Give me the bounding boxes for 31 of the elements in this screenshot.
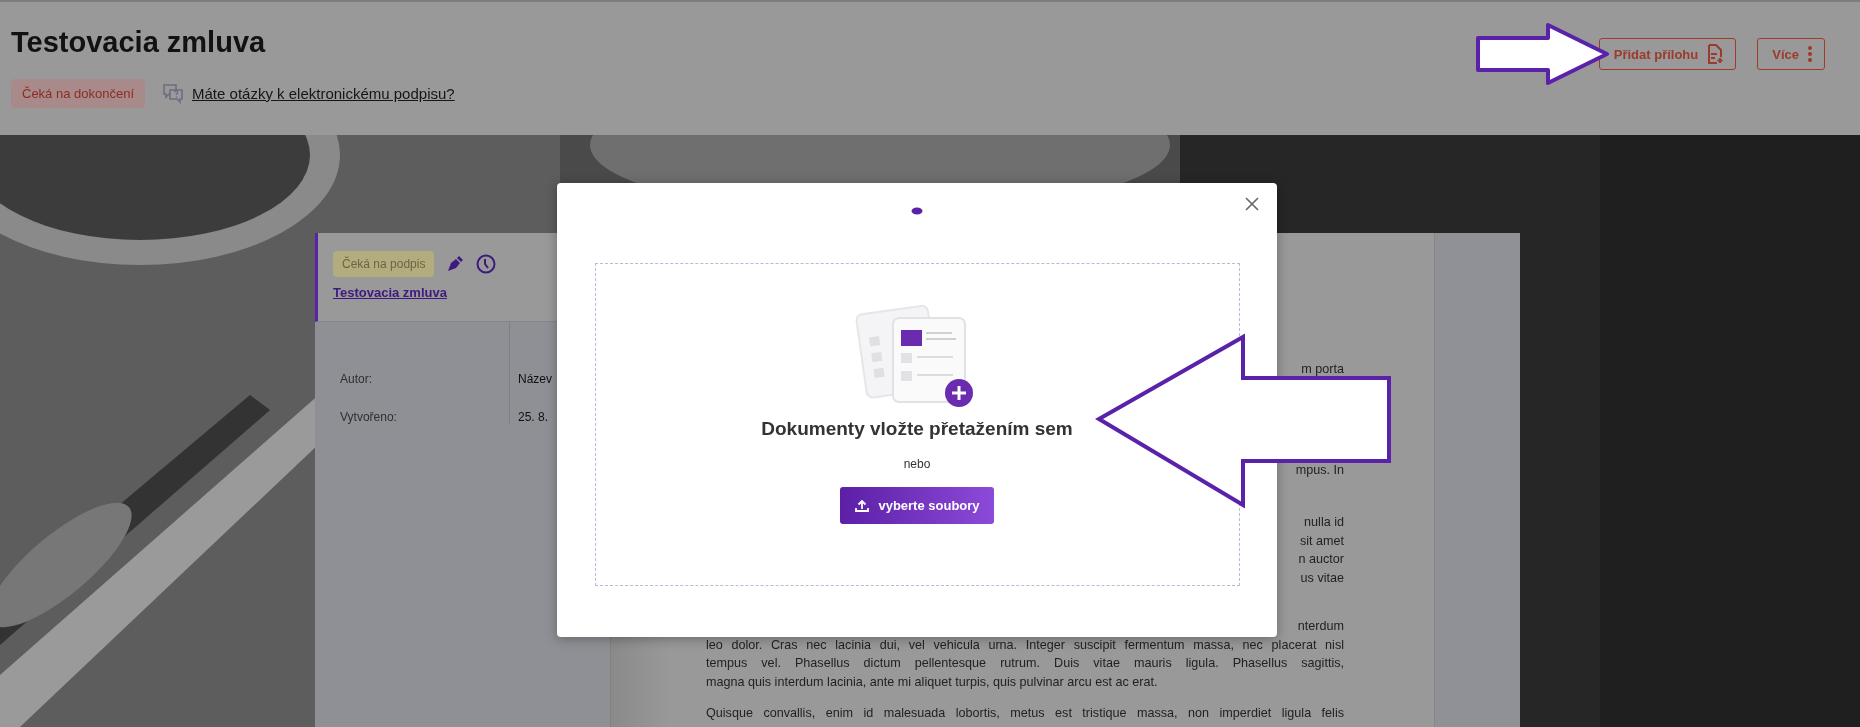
separator-text: nebo [903, 457, 931, 471]
status-badge: Čeká na dokončení [11, 79, 146, 108]
clock-icon [476, 254, 497, 274]
pen-nib-icon [446, 255, 465, 273]
text-line: nulla id [1304, 514, 1344, 531]
text-line: leo dolor. Cras nec lacinia dui, vel vehicula urna. Integer suscipit fermentum massa, nec placerat nisl [706, 636, 1344, 654]
text-line: tempus vel. Phasellus dictum pellentesque rutrum. Duis vitae mauris ligula. Phasellus sagittis, [706, 655, 1344, 672]
text-line: magna quis interdum lacinia, ante mi aliquet turpis, quis pulvinar arcu est ac erat. [706, 673, 1159, 691]
text-line: nterdum [1297, 618, 1344, 635]
chat-question-icon [162, 82, 185, 105]
detail-label: Vytvořeno: [339, 410, 398, 424]
text-line: m porta [1301, 361, 1344, 378]
file-plus-icon [1707, 44, 1724, 64]
detail-label: Autor: [339, 372, 373, 386]
detail-value: Název [517, 372, 553, 386]
document-title-link[interactable]: Testovacia zmluva [333, 285, 447, 300]
text-line: sit amet [1299, 532, 1344, 550]
status-badge: Čeká na podpis [333, 251, 435, 277]
choose-files-button[interactable]: vyberte soubory [840, 487, 994, 524]
loader-icon [911, 207, 923, 215]
drop-zone[interactable]: Dokumenty vložte přetažením sem nebo vyberte soubory [594, 263, 1240, 586]
kebab-menu-icon [1808, 46, 1812, 62]
text-line: n auctor [1298, 551, 1344, 568]
text-line: mpus. In [1295, 461, 1344, 479]
detail-value: 25. 8. [517, 410, 550, 424]
help-link[interactable]: Máte otázky k elektronickému podpisu? [192, 85, 455, 102]
drop-heading: Dokumenty vložte přetažením sem [761, 418, 1073, 440]
text-line: us vitae [1300, 569, 1344, 587]
page-title: Testovacia zmluva [11, 26, 267, 59]
upload-icon [855, 499, 870, 512]
text-line: Quisque convallis, enim id malesuada lobortis, metus est tristique massa, non imperdiet ligula felis [706, 705, 1344, 722]
